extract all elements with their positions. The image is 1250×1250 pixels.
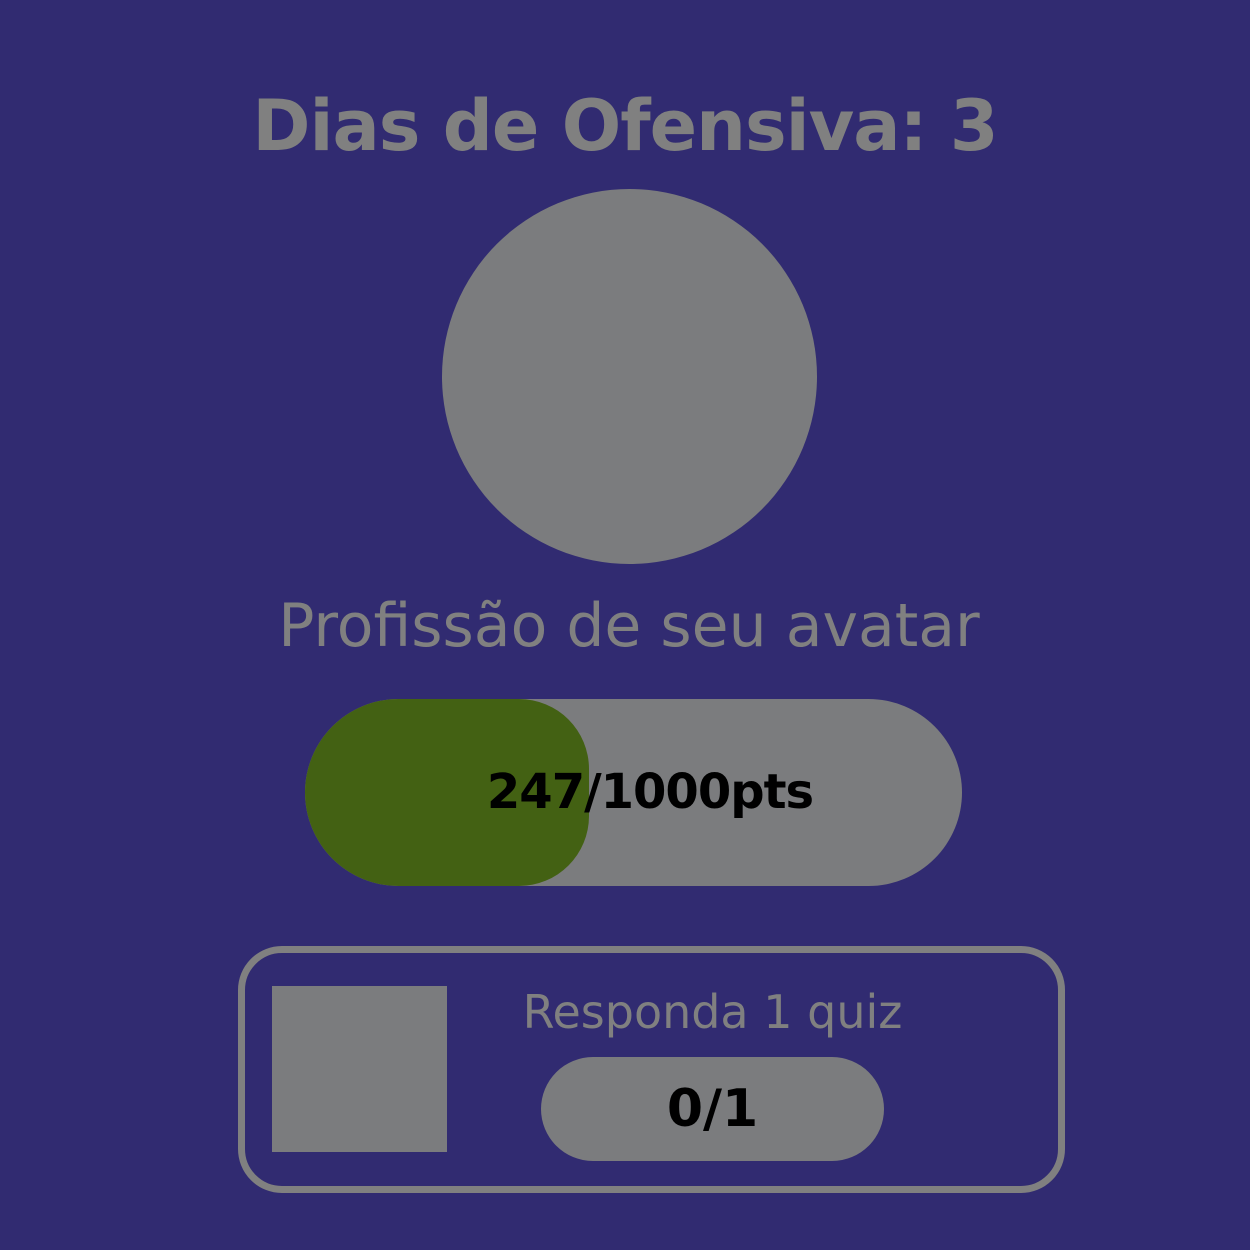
streak-title: Dias de Ofensiva: 3 (252, 85, 998, 167)
points-progress-label: 247/1000pts (486, 764, 814, 820)
avatar[interactable] (442, 189, 817, 564)
avatar-profession: Profissão de seu avatar (278, 591, 980, 661)
quest-title: Responda 1 quiz (522, 985, 903, 1039)
quest-progress-badge: 0/1 (541, 1057, 884, 1161)
quest-image-icon (272, 986, 447, 1152)
